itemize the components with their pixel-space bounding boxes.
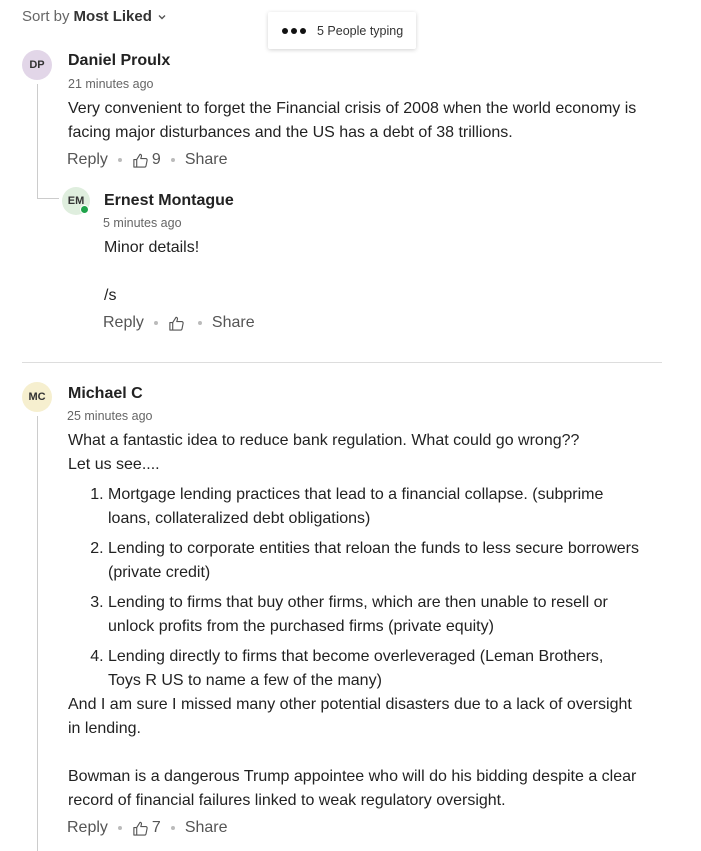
sort-dropdown[interactable]: Sort by Most Liked	[22, 8, 167, 25]
like-button[interactable]	[168, 315, 188, 332]
separator-dot	[197, 321, 202, 325]
share-button[interactable]: Share	[185, 151, 228, 169]
comment-body: What a fantastic idea to reduce bank reg…	[68, 429, 640, 813]
sort-prefix: Sort by	[22, 8, 70, 25]
avatar[interactable]: EM	[62, 187, 90, 215]
comment-actions: Reply Share	[103, 314, 255, 332]
comment-actions: Reply 7 Share	[67, 819, 228, 837]
avatar[interactable]: DP	[22, 50, 52, 80]
comment-text: What a fantastic idea to reduce bank reg…	[68, 432, 580, 449]
reply-button[interactable]: Reply	[103, 314, 144, 332]
comment-time: 5 minutes ago	[103, 216, 182, 230]
comment-body: Very convenient to forget the Financial …	[68, 97, 658, 145]
comment-actions: Reply 9 Share	[67, 151, 228, 169]
list-item: Lending directly to firms that become ov…	[108, 645, 640, 693]
avatar[interactable]: MC	[22, 382, 52, 412]
avatar-initials: MC	[28, 391, 46, 403]
sort-value: Most Liked	[73, 8, 152, 25]
list-item: Mortgage lending practices that lead to …	[108, 483, 640, 531]
comment-author[interactable]: Michael C	[68, 385, 143, 403]
comment-text: Let us see....	[68, 456, 160, 473]
share-button[interactable]: Share	[212, 314, 255, 332]
thumbs-up-icon	[169, 316, 184, 331]
like-count: 9	[151, 151, 161, 168]
reply-button[interactable]: Reply	[67, 151, 108, 169]
reply-button[interactable]: Reply	[67, 819, 108, 837]
comment-author[interactable]: Ernest Montague	[104, 192, 234, 210]
comment-text: Bowman is a dangerous Trump appointee wh…	[68, 768, 637, 809]
comment-list: Mortgage lending practices that lead to …	[68, 483, 640, 693]
separator-dot	[117, 826, 122, 830]
thread-line	[37, 416, 38, 851]
list-item: Lending to firms that buy other firms, w…	[108, 591, 640, 639]
chevron-down-icon	[158, 14, 166, 19]
comment-author[interactable]: Daniel Proulx	[68, 52, 170, 70]
separator-dot	[117, 158, 122, 162]
thread-connector	[37, 198, 59, 199]
comment-text: And I am sure I missed many other potent…	[68, 696, 632, 737]
comment-time: 25 minutes ago	[67, 409, 153, 423]
separator-dot	[170, 158, 175, 162]
like-count: 7	[151, 819, 161, 836]
separator-dot	[170, 826, 175, 830]
typing-dots-icon	[282, 27, 309, 34]
online-status-icon	[80, 205, 89, 214]
typing-label: 5 People typing	[317, 23, 404, 38]
comment-body: Minor details! /s	[104, 236, 644, 308]
share-button[interactable]: Share	[185, 819, 228, 837]
separator-dot	[153, 321, 158, 325]
thread-line	[37, 84, 38, 199]
comment-text: Very convenient to forget the Financial …	[68, 100, 637, 141]
thumbs-up-icon	[133, 153, 148, 168]
avatar-initials: DP	[29, 59, 45, 71]
like-button[interactable]: 7	[132, 819, 161, 837]
typing-indicator: 5 People typing	[268, 12, 416, 49]
like-button[interactable]: 9	[132, 151, 161, 169]
comment-time: 21 minutes ago	[68, 77, 154, 91]
thumbs-up-icon	[133, 821, 148, 836]
comment-divider	[22, 362, 662, 363]
comment-text: /s	[104, 287, 117, 304]
list-item: Lending to corporate entities that reloa…	[108, 537, 640, 585]
comment-text: Minor details!	[104, 239, 200, 256]
